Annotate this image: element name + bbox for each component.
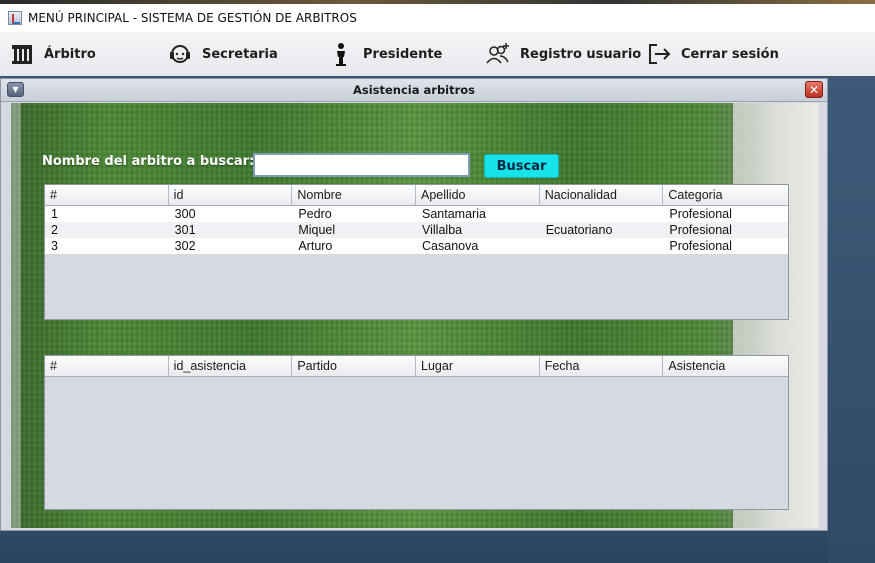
menu-secretaria-label: Secretaria [202,46,278,62]
table-cell: Ecuatoriano [545,223,613,237]
menu-registro-usuario-label: Registro usuario [520,46,642,62]
column-header[interactable]: Partido [292,356,417,376]
search-label: Nombre del arbitro a buscar: [42,154,255,169]
table-cell: 302 [174,239,196,253]
column-header[interactable]: Apellido [416,185,540,205]
menu-registro-usuario[interactable]: Registro usuario [484,32,641,76]
person-podium-icon [327,40,355,68]
table-row[interactable]: 1 300 Pedro Santamaria Profesional [45,206,788,222]
referees-table: # id Nombre Apellido Nacionalidad Catego… [44,184,789,320]
table-cell: 2 [51,223,58,237]
table-cell: Profesional [669,207,732,221]
table-cell: Arturo [298,239,333,253]
pitch-sideline-left [11,103,21,528]
table-cell: 300 [174,207,196,221]
desktop-background-bottom [0,531,828,563]
column-header[interactable]: Nombre [292,185,417,205]
referees-table-header: # id Nombre Apellido Nacionalidad Catego… [45,185,788,206]
add-users-icon [484,40,512,68]
dialog-titlebar[interactable]: ▼ Asistencia arbitros ✕ [1,79,827,102]
column-header[interactable]: Asistencia [663,356,788,376]
table-cell [540,238,664,254]
desktop-background [828,78,875,563]
attendance-table: # id_asistencia Partido Lugar Fecha Asis… [44,355,789,510]
menu-arbitro-label: Árbitro [44,46,96,62]
search-input[interactable] [253,153,470,177]
column-header[interactable]: id [169,185,293,205]
java-app-icon [8,11,22,25]
table-cell: Pedro [298,207,332,221]
logout-icon [645,40,673,68]
menu-cerrar-sesion[interactable]: Cerrar sesión [645,32,779,76]
table-cell: 301 [174,223,196,237]
column-header[interactable]: # [45,185,169,205]
table-cell: Profesional [669,223,732,237]
window-title: MENÚ PRINCIPAL - SISTEMA DE GESTIÓN DE A… [28,11,357,25]
table-cell: 3 [51,239,58,253]
column-header[interactable]: id_asistencia [169,356,293,376]
search-button[interactable]: Buscar [484,154,559,178]
window-titlebar: MENÚ PRINCIPAL - SISTEMA DE GESTIÓN DE A… [0,4,875,32]
dialog-close-button[interactable]: ✕ [805,81,823,98]
menu-presidente[interactable]: Presidente [327,32,442,76]
table-cell: Villalba [422,223,463,237]
menu-secretaria[interactable]: Secretaria [166,32,278,76]
menu-presidente-label: Presidente [363,46,443,62]
attendance-table-header: # id_asistencia Partido Lugar Fecha Asis… [45,356,788,377]
column-header[interactable]: Lugar [416,356,540,376]
column-header[interactable]: # [45,356,169,376]
table-cell: Miquel [298,223,336,237]
table-cell: Casanova [422,239,479,253]
main-menubar: Árbitro Secretaria Presidente Registro u… [0,32,875,76]
column-header[interactable]: Nacionalidad [540,185,664,205]
referee-icon [8,40,36,68]
dialog-title: Asistencia arbitros [352,83,476,97]
table-cell [540,206,664,222]
table-cell: Profesional [669,239,732,253]
table-cell: 1 [51,207,58,221]
headset-icon [166,40,194,68]
column-header[interactable]: Fecha [540,356,664,376]
column-header[interactable]: Categoria [663,185,788,205]
table-row[interactable]: 2 301 Miquel Villalba Ecuatoriano Profes… [45,222,788,238]
menu-cerrar-sesion-label: Cerrar sesión [681,46,779,62]
table-cell: Santamaria [422,207,486,221]
table-row[interactable]: 3 302 Arturo Casanova Profesional [45,238,788,254]
menu-arbitro[interactable]: Árbitro [8,32,96,76]
